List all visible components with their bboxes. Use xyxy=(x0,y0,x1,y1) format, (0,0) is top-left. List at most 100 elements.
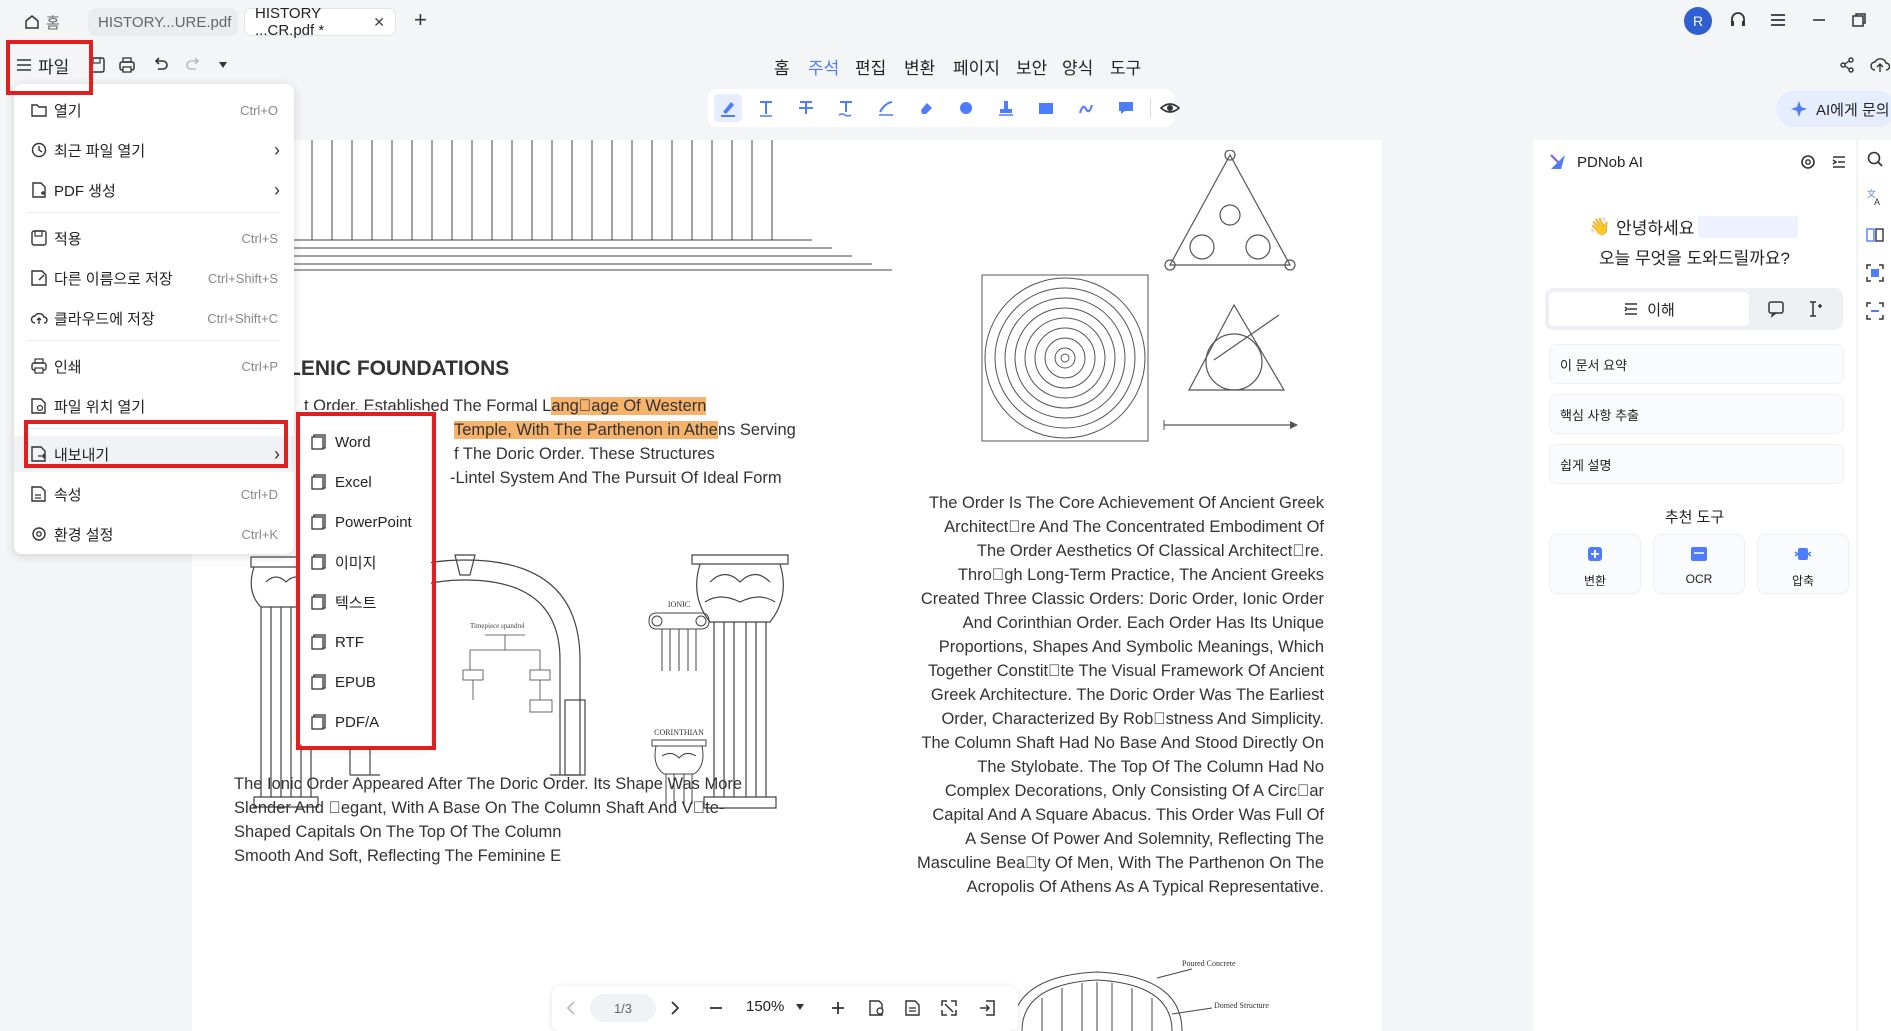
tool-convert[interactable]: 변환 xyxy=(1549,534,1641,594)
tab-home-label: 홈 xyxy=(46,14,60,32)
export-text[interactable]: 텍스트 xyxy=(299,584,431,620)
tab-document-1[interactable]: HISTORY...URE.pdf xyxy=(88,8,238,36)
close-tab-icon[interactable]: ✕ xyxy=(373,14,385,31)
view-icon[interactable] xyxy=(1158,96,1182,120)
menu-item-page[interactable]: 페이지 xyxy=(953,54,1000,79)
zoom-out-icon[interactable] xyxy=(708,1000,724,1016)
strikethrough-icon[interactable] xyxy=(794,96,818,120)
export-image[interactable]: 이미지 xyxy=(299,544,431,580)
file-menu-save-cloud[interactable]: 클라우드에 저장 Ctrl+Shift+C xyxy=(14,300,294,336)
right-col-line: Masculine Bea ty Of Men, With The Parthe… xyxy=(916,854,1324,872)
redo-icon[interactable] xyxy=(184,56,202,74)
export-rtf[interactable]: RTF xyxy=(299,624,431,660)
export-word[interactable]: Word xyxy=(299,424,431,460)
read-mode-icon[interactable] xyxy=(868,999,886,1017)
file-menu-open[interactable]: 열기 Ctrl+O xyxy=(14,92,294,128)
file-menu-print-shortcut: Ctrl+P xyxy=(241,358,278,374)
headset-icon[interactable] xyxy=(1728,10,1748,30)
text-tool-icon[interactable] xyxy=(754,96,778,120)
chip-summarize[interactable]: 이 문서 요약 xyxy=(1549,344,1844,384)
toolbar-divider xyxy=(1150,98,1151,118)
chip-extract-key-points[interactable]: 핵심 사항 추출 xyxy=(1549,394,1844,434)
avatar[interactable]: R xyxy=(1684,7,1712,35)
file-menu-create-pdf[interactable]: PDF 생성 › xyxy=(14,172,294,208)
translate-icon[interactable]: 文A xyxy=(1866,188,1884,206)
file-menu-save-as[interactable]: 다른 이름으로 저장 Ctrl+Shift+S xyxy=(14,260,294,296)
underline-icon[interactable] xyxy=(834,96,858,120)
export-excel[interactable]: Excel xyxy=(299,464,431,500)
minimize-icon[interactable] xyxy=(1810,11,1828,29)
menu-item-convert[interactable]: 변환 xyxy=(904,54,935,79)
new-tab-button[interactable]: + xyxy=(414,7,427,33)
stamp-icon[interactable] xyxy=(994,96,1018,120)
restore-icon[interactable] xyxy=(1850,11,1868,29)
chat-icon[interactable] xyxy=(1767,300,1785,318)
file-menu-export[interactable]: 내보내기 › xyxy=(14,436,294,472)
text-box-icon[interactable] xyxy=(1034,96,1058,120)
signature-icon[interactable] xyxy=(1074,96,1098,120)
zoom-level-dropdown[interactable]: 150% xyxy=(746,998,805,1015)
right-col-line: Capital And A Square Abacus. This Order … xyxy=(932,806,1324,824)
search-icon[interactable] xyxy=(1866,150,1884,168)
title-bar: 홈 HISTORY...URE.pdf HISTORY ...CR.pdf * … xyxy=(0,0,1891,40)
zoom-in-icon[interactable] xyxy=(830,1000,846,1016)
fit-screen-icon[interactable] xyxy=(940,999,958,1017)
tool-compress[interactable]: 압축 xyxy=(1757,534,1849,594)
file-menu-recent[interactable]: 최근 파일 열기 › xyxy=(14,132,294,168)
file-menu-save-cloud-shortcut: Ctrl+Shift+C xyxy=(207,310,278,326)
quick-access-dropdown-icon[interactable] xyxy=(218,61,228,69)
tab-document-2[interactable]: HISTORY ...CR.pdf * ✕ xyxy=(244,5,396,39)
file-menu-print[interactable]: 인쇄 Ctrl+P xyxy=(14,348,294,384)
next-page-icon[interactable] xyxy=(668,1000,682,1016)
tool-ocr[interactable]: OCR xyxy=(1653,534,1745,594)
shape-tool-icon[interactable] xyxy=(954,96,978,120)
page-number-field[interactable]: 1/3 xyxy=(590,994,656,1022)
right-col-line: Complex Decorations, Only Consisting Of … xyxy=(944,782,1324,800)
previous-page-icon[interactable] xyxy=(564,1000,578,1016)
pen-tool-icon[interactable] xyxy=(874,96,898,120)
scan-icon[interactable] xyxy=(1866,264,1884,282)
undo-icon[interactable] xyxy=(152,56,170,74)
chip-explain-simply[interactable]: 쉽게 설명 xyxy=(1549,444,1844,484)
menu-item-home[interactable]: 홈 xyxy=(774,54,790,79)
export-epub[interactable]: EPUB xyxy=(299,664,431,700)
share-icon[interactable] xyxy=(1838,56,1856,74)
file-button[interactable]: 파일 xyxy=(16,50,69,80)
clock-icon xyxy=(30,141,48,159)
ask-ai-button[interactable]: AI에게 문의 xyxy=(1776,91,1891,127)
file-menu-print-label: 인쇄 xyxy=(54,358,82,376)
settings-icon[interactable] xyxy=(1799,153,1817,171)
menu-item-tools[interactable]: 도구 xyxy=(1110,54,1141,79)
file-menu-open-location[interactable]: 파일 위치 열기 xyxy=(14,388,294,424)
menu-item-forms[interactable]: 양식 xyxy=(1062,54,1093,79)
page-number: 1/3 xyxy=(613,1000,633,1016)
highlighted-text-1: ang age Of Western xyxy=(551,397,707,415)
save-icon[interactable] xyxy=(88,56,106,74)
tab-home[interactable]: 홈 xyxy=(14,8,76,36)
print-icon[interactable] xyxy=(118,56,136,74)
file-menu-properties[interactable]: 속성 Ctrl+D xyxy=(14,476,294,512)
file-menu-preferences[interactable]: 환경 설정 Ctrl+K xyxy=(14,516,294,552)
right-col-line: The Stylobate. The Top Of The Column Had… xyxy=(977,758,1324,776)
export-pdfa[interactable]: PDF/A xyxy=(299,704,431,740)
export-powerpoint[interactable]: PowerPoint xyxy=(299,504,431,540)
hamburger-icon xyxy=(17,59,31,71)
collapse-panel-icon[interactable] xyxy=(1830,153,1848,171)
ai-compare-icon[interactable] xyxy=(1866,226,1884,244)
cloud-upload-icon[interactable] xyxy=(1870,56,1890,74)
eraser-icon[interactable] xyxy=(914,96,938,120)
tab-understand[interactable]: 이해 xyxy=(1549,292,1749,326)
menu-icon[interactable] xyxy=(1769,11,1787,29)
ai-sparkle-icon xyxy=(1791,101,1807,117)
comment-icon[interactable] xyxy=(1114,96,1138,120)
exit-fullscreen-icon[interactable] xyxy=(978,999,996,1017)
file-menu-apply[interactable]: 적용 Ctrl+S xyxy=(14,220,294,256)
menu-item-edit[interactable]: 편집 xyxy=(855,54,886,79)
highlight-tool-icon[interactable] xyxy=(714,94,742,122)
temple-illustration xyxy=(292,140,892,271)
page-view-icon[interactable] xyxy=(904,999,922,1017)
menu-item-annotate[interactable]: 주석 xyxy=(808,54,839,79)
text-cursor-icon[interactable] xyxy=(1807,300,1825,318)
menu-item-security[interactable]: 보안 xyxy=(1016,54,1047,79)
ocr-scan-icon[interactable] xyxy=(1866,302,1884,320)
